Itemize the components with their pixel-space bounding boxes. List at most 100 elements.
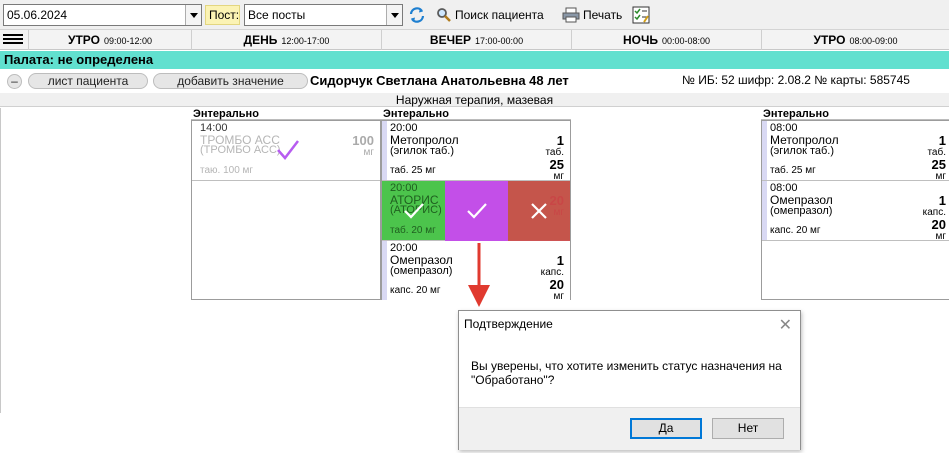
day-column: 14:00 ТРОМБО АСС (ТРОМБО АСС) таю. 100 м… — [191, 120, 381, 300]
shift-day: ДЕНЬ 12:00-17:00 — [191, 30, 381, 50]
close-icon — [531, 203, 547, 219]
patient-name: Сидорчук Светлана Анатольевна 48 лет — [310, 73, 569, 88]
mark-processed-button[interactable] — [445, 181, 508, 241]
morning-column: 08:00 Метопролол (эгилок таб.) таб. 25 м… — [761, 120, 949, 300]
card-qty-value: 1 — [938, 193, 946, 208]
card-drug-sub: (ТРОМБО АСС) — [200, 144, 281, 156]
dialog-title: Подтверждение — [464, 317, 553, 331]
card-drug-sub: (эгилок таб.) — [770, 145, 835, 157]
card-form: таю. 100 мг — [200, 165, 254, 176]
card-form: капс. 20 мг — [770, 225, 821, 236]
shift-early-morning-name: УТРО — [813, 33, 846, 47]
card-drug-sub: (омепразол) — [390, 265, 453, 277]
card-form: таб. 25 мг — [770, 165, 816, 176]
checklist-button[interactable] — [632, 4, 650, 26]
mark-done-button[interactable] — [382, 181, 445, 241]
card-metoprolol-evening[interactable]: 20:00 Метопролол (эгилок таб.) таб. 25 м… — [382, 121, 570, 183]
card-atoris[interactable]: 20:00 АТОРИС (АТОРИС) таб. 20 мг 20 мг — [382, 181, 570, 241]
card-stripe — [762, 121, 767, 180]
collapse-button[interactable]: – — [7, 74, 22, 89]
print-button[interactable]: Печать — [562, 4, 622, 26]
search-patient-label: Поиск пациента — [455, 8, 544, 22]
check-white-icon — [466, 203, 487, 219]
shift-evening-time: 17:00-00:00 — [475, 36, 524, 46]
card-drug-sub: (омепразол) — [770, 205, 833, 217]
card-dose-unit: мг — [553, 291, 564, 302]
card-qty: 1 капс. 20 мг — [541, 253, 564, 303]
cancel-status-button[interactable] — [508, 181, 570, 241]
print-label: Печать — [583, 8, 623, 22]
card-dose-value: 25 — [549, 157, 564, 172]
post-select-value: Все посты — [248, 8, 306, 22]
day-column-header: Энтерально — [191, 108, 381, 120]
card-trombo-ass[interactable]: 14:00 ТРОМБО АСС (ТРОМБО АСС) таю. 100 м… — [192, 121, 380, 181]
evening-column-header: Энтерально — [381, 108, 571, 120]
patient-sheet-button[interactable]: лист пациента — [28, 73, 148, 89]
card-metoprolol-morning[interactable]: 08:00 Метопролол (эгилок таб.) таб. 25 м… — [762, 121, 949, 183]
shift-early-morning-time: 08:00-09:00 — [849, 36, 898, 46]
left-border — [0, 108, 1, 413]
printer-icon — [562, 7, 580, 23]
shift-morning: УТРО 09:00-12:00 — [28, 30, 191, 50]
card-form: капс. 20 мг — [390, 285, 441, 296]
section-title: Наружная терапия, мазевая — [0, 93, 949, 107]
date-picker[interactable]: 05.06.2024 — [3, 4, 202, 26]
shift-morning-time: 09:00-12:00 — [103, 36, 153, 46]
dialog-button-row: Да Нет — [459, 407, 800, 450]
shift-day-time: 12:00-17:00 — [281, 36, 330, 46]
card-qty: 1 таб. 25 мг — [545, 133, 564, 183]
shift-header-row: УТРО 09:00-12:00 ДЕНЬ 12:00-17:00 ВЕЧЕР 17:… — [0, 30, 949, 50]
shift-evening-name: ВЕЧЕР — [429, 33, 472, 47]
confirm-dialog: Подтверждение ✕ Вы уверены, что хотите и… — [458, 310, 801, 450]
patient-bar: – лист пациента добавить значение Сидорч… — [0, 70, 949, 92]
card-qty-value: 1 — [938, 133, 946, 148]
add-value-button[interactable]: добавить значение — [153, 73, 308, 89]
date-dropdown-arrow-icon[interactable] — [185, 5, 201, 25]
card-omeprazol-morning[interactable]: 08:00 Омепразол (омепразол) капс. 20 мг … — [762, 181, 949, 243]
morning-column-header: Энтерально — [761, 108, 949, 120]
shift-night-time: 00:00-08:00 — [662, 36, 711, 46]
shift-night-name: НОЧЬ — [622, 33, 658, 47]
card-qty-unit: мг — [363, 147, 374, 158]
post-select[interactable]: Все посты — [244, 4, 403, 26]
arrow-down-icon — [468, 243, 490, 307]
card-qty: 1 таб. 25 мг — [927, 133, 946, 183]
card-dose-value: 25 — [931, 157, 946, 172]
card-qty: 1 капс. 20 мг — [923, 193, 946, 243]
checkmark-icon — [277, 140, 299, 160]
shift-early-morning: УТРО 08:00-09:00 — [761, 30, 949, 50]
ward-bar: Палата: не определена — [0, 51, 949, 69]
card-qty-value: 100 — [352, 133, 374, 148]
menu-icon[interactable] — [3, 34, 23, 46]
refresh-icon — [409, 7, 425, 23]
no-button[interactable]: Нет — [712, 418, 784, 439]
search-patient-button[interactable]: Поиск пациента — [436, 4, 544, 26]
card-dose-value: 20 — [931, 217, 946, 232]
card-form: таб. 25 мг — [390, 165, 436, 176]
card-stripe — [382, 121, 387, 180]
shift-day-name: ДЕНЬ — [243, 33, 278, 47]
card-stripe — [762, 181, 767, 240]
card-qty-value: 1 — [556, 253, 564, 268]
card-stripe — [382, 241, 387, 300]
card-qty: 100 мг — [352, 133, 374, 159]
card-drug-sub: (эгилок таб.) — [390, 145, 455, 157]
shift-morning-name: УТРО — [67, 33, 100, 47]
checklist-icon — [632, 6, 650, 24]
refresh-button[interactable] — [408, 4, 426, 26]
yes-button[interactable]: Да — [630, 418, 702, 439]
toolbar: 05.06.2024 Пост: Все посты Поиск пациент… — [0, 0, 949, 30]
patient-info: № ИБ: 52 шифр: 2.08.2 № карты: 585745 — [682, 73, 910, 87]
shift-night: НОЧЬ 00:00-08:00 — [571, 30, 761, 50]
post-label: Пост: — [205, 5, 240, 25]
date-value: 05.06.2024 — [7, 8, 68, 22]
card-dose-value: 20 — [549, 277, 564, 292]
card-qty-value: 1 — [556, 133, 564, 148]
card-dose-unit: мг — [935, 231, 946, 242]
search-icon — [437, 8, 451, 22]
shift-evening: ВЕЧЕР 17:00-00:00 — [381, 30, 571, 50]
dialog-message: Вы уверены, что хотите изменить статус н… — [471, 359, 782, 387]
check-white-icon — [403, 203, 424, 219]
dialog-close-icon[interactable]: ✕ — [779, 315, 792, 335]
post-dropdown-arrow-icon[interactable] — [386, 5, 402, 25]
